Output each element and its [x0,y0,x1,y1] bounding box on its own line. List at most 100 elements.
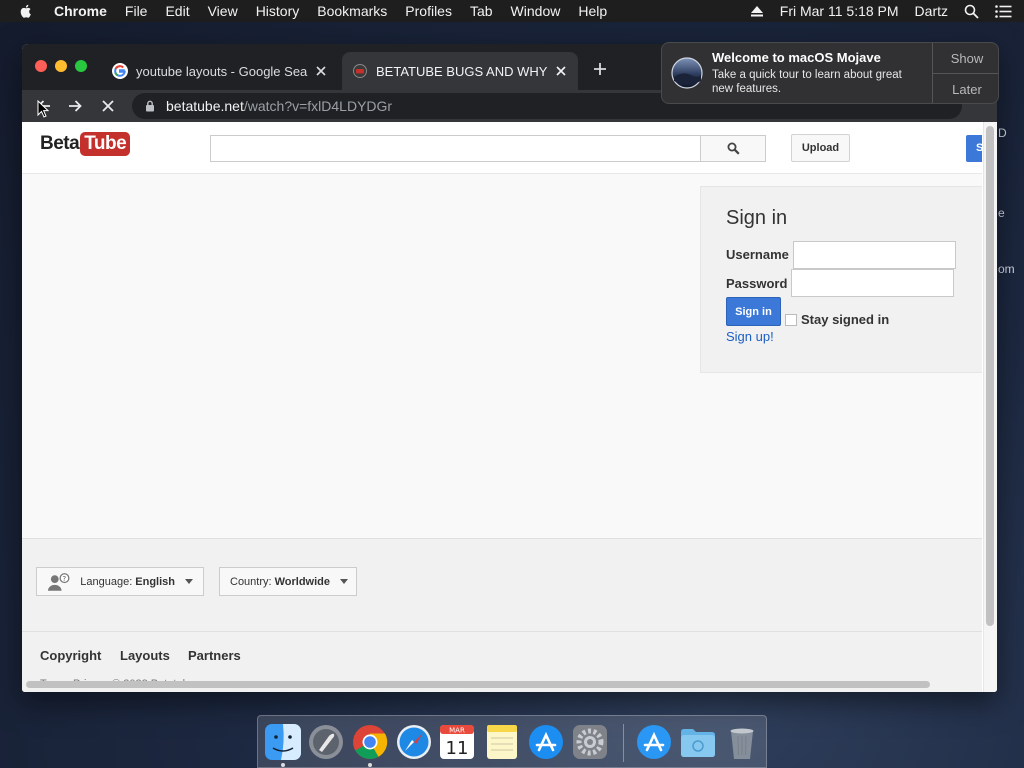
search-button[interactable] [700,135,766,162]
desktop-text-fragment: D [998,126,1007,140]
language-label: Language: [80,575,133,588]
logo-beta-text: Beta [40,133,80,154]
spotlight-search-icon[interactable] [964,4,979,19]
menu-window[interactable]: Window [511,3,561,19]
system-preferences-icon[interactable] [571,723,609,761]
desktop-text-fragment: om [998,262,1015,276]
close-window-button[interactable] [35,60,47,72]
mojave-icon [671,57,703,89]
google-icon [112,63,128,79]
chrome-icon[interactable] [351,723,389,761]
downloads-app-store-icon[interactable] [635,723,673,761]
tab-title: BETATUBE BUGS AND WHY COMMENTS [376,63,548,79]
site-footer: ? Language: English Country: Worldwide C… [22,538,982,692]
country-label: Country: [230,575,272,588]
upload-button[interactable]: Upload [791,134,850,162]
menu-edit[interactable]: Edit [165,3,189,19]
sign-up-link[interactable]: Sign up! [726,329,774,344]
apple-icon[interactable] [18,3,34,19]
search-icon [727,142,740,155]
menu-profiles[interactable]: Profiles [405,3,452,19]
running-indicator [281,763,285,767]
calendar-day: 11 [446,738,469,759]
sign-in-button[interactable]: Sign in [726,297,781,326]
menu-tab[interactable]: Tab [470,3,493,19]
password-field[interactable] [791,269,954,297]
sign-in-header-button[interactable]: S [966,135,982,162]
finder-icon[interactable] [264,723,302,761]
close-tab-icon[interactable] [554,64,568,78]
betatube-icon [353,64,367,78]
menu-bookmarks[interactable]: Bookmarks [317,3,387,19]
chevron-down-icon [340,579,348,584]
language-value: English [135,575,175,588]
minimize-window-button[interactable] [55,60,67,72]
safari-icon[interactable] [395,723,433,761]
calendar-icon[interactable]: MAR 11 [438,723,476,761]
mouse-cursor-icon [37,100,49,118]
close-tab-icon[interactable] [314,64,328,78]
menu-file[interactable]: File [125,3,148,19]
menu-help[interactable]: Help [578,3,607,19]
browser-window: youtube layouts - Google Search BETATUBE… [22,44,997,692]
url-host: betatube.net [166,98,244,114]
new-tab-icon[interactable] [592,61,608,77]
trash-icon[interactable] [723,723,761,761]
logo-tube-text: Tube [80,132,131,156]
sign-in-heading: Sign in [726,207,788,229]
username-field[interactable] [793,241,956,269]
notification-center-icon[interactable] [995,4,1012,18]
running-indicator [368,763,372,767]
country-picker[interactable]: Country: Worldwide [219,567,357,596]
stop-loading-icon[interactable] [100,98,116,114]
launchpad-icon[interactable] [307,723,345,761]
menu-app-name[interactable]: Chrome [54,3,107,19]
svg-text:?: ? [63,575,67,583]
password-label: Password [726,276,788,291]
site-header: Beta Tube Upload S [22,122,982,174]
menu-history[interactable]: History [256,3,300,19]
desktop-text-fragment: e [998,206,1005,220]
dock-separator [623,724,624,762]
forward-arrow-icon[interactable] [67,98,83,114]
stay-signed-in-label: Stay signed in [801,312,890,327]
app-store-icon[interactable] [527,723,565,761]
people-icon: ? [47,572,70,591]
macos-notification[interactable]: Welcome to macOS Mojave Take a quick tou… [661,42,999,104]
page-viewport: Beta Tube Upload S Sign in Username Pass… [22,122,997,692]
search-input[interactable] [210,135,701,162]
dock: MAR 11 [257,715,767,768]
zoom-window-button[interactable] [75,60,87,72]
chevron-down-icon [185,579,193,584]
vertical-scrollbar[interactable] [986,126,994,626]
username-label: Username [726,247,789,262]
horizontal-scrollbar[interactable] [26,681,930,688]
footer-divider [22,631,982,632]
menu-user[interactable]: Dartz [915,3,948,19]
eject-icon[interactable] [750,5,764,17]
lock-icon[interactable] [144,100,156,112]
menu-view[interactable]: View [208,3,238,19]
notification-later-button[interactable]: Later [933,74,998,103]
tab-google-search[interactable]: youtube layouts - Google Search [102,52,338,90]
footer-link-partners[interactable]: Partners [188,648,241,663]
main-content: Sign in Username Password Sign in Stay s… [22,174,982,538]
country-value: Worldwide [274,575,330,588]
notes-icon[interactable] [483,723,521,761]
menu-clock[interactable]: Fri Mar 11 5:18 PM [780,3,899,19]
calendar-month: MAR [449,727,465,735]
betatube-logo[interactable]: Beta Tube [40,132,131,156]
tab-betatube[interactable]: BETATUBE BUGS AND WHY COMMENTS [342,52,578,90]
notification-actions: Show Later [932,43,998,103]
language-picker[interactable]: ? Language: English [36,567,204,596]
notification-show-button[interactable]: Show [933,43,998,74]
stay-signed-in-checkbox[interactable] [785,314,797,326]
notification-title: Welcome to macOS Mojave [712,50,881,65]
folder-icon[interactable] [679,723,717,761]
url-path: /watch?v=fxlD4LDYDGr [243,98,393,114]
menu-bar: Chrome File Edit View History Bookmarks … [0,0,1024,22]
footer-link-layouts[interactable]: Layouts [120,648,170,663]
tab-title: youtube layouts - Google Search [136,63,308,79]
notification-body: Take a quick tour to learn about great n… [712,69,902,95]
footer-link-copyright[interactable]: Copyright [40,648,101,663]
